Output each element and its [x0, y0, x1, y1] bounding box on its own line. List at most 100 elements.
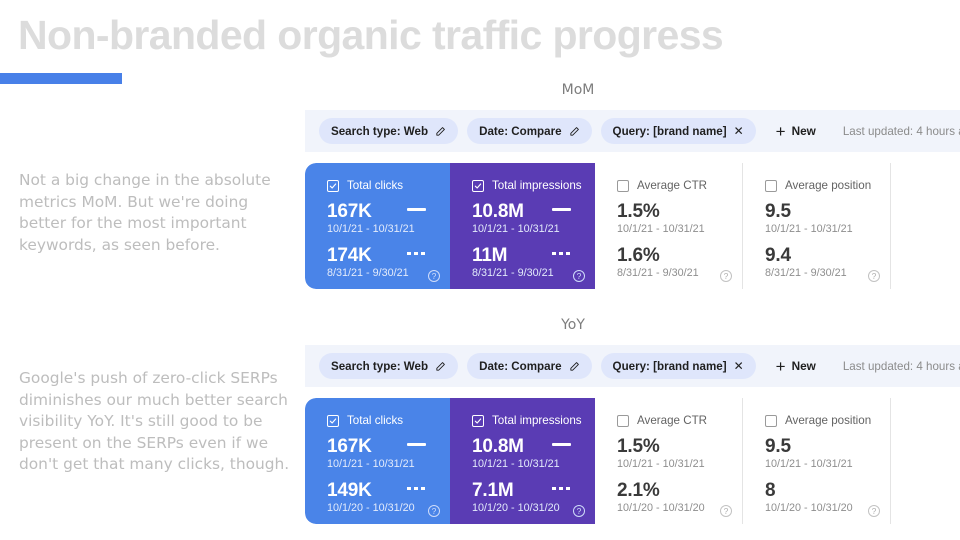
metric-card-title: Average position	[785, 414, 872, 427]
checkbox-unchecked-icon[interactable]	[765, 179, 777, 192]
filter-chip[interactable]: Search type: Web	[319, 353, 459, 379]
metric-current-range: 10/1/21 - 10/31/21	[472, 458, 560, 470]
help-icon[interactable]: ?	[573, 505, 585, 517]
metric-compare-value: 149K	[327, 480, 372, 501]
help-icon[interactable]: ?	[868, 505, 880, 517]
metric-current: 10.8M 10/1/21 - 10/31/21	[472, 201, 581, 237]
filter-bar: Search type: Web Date: Compare Query: [bra…	[305, 345, 960, 387]
checkbox-checked-icon[interactable]	[472, 179, 484, 192]
metric-card-row: Total clicks 167K 10/1/21 - 10/31/21 174K 8/…	[305, 163, 960, 289]
metric-card[interactable]: Average CTR 1.5% 10/1/21 - 10/31/21 2.1% 10/…	[595, 398, 743, 524]
metric-card-header[interactable]: Total impressions	[472, 414, 582, 427]
metric-card-title: Total clicks	[347, 179, 404, 192]
filter-chip-label: Query: [brand name]	[612, 359, 727, 373]
metric-current-value: 167K	[327, 436, 372, 457]
add-filter-button[interactable]: + New	[776, 358, 816, 375]
metric-compare-range: 10/1/20 - 10/31/20	[617, 502, 705, 514]
metric-compare-range: 8/31/21 - 9/30/21	[327, 267, 409, 279]
metric-current-value: 1.5%	[617, 436, 660, 457]
checkbox-checked-icon[interactable]	[327, 179, 339, 192]
metric-card-header[interactable]: Total clicks	[327, 414, 436, 427]
metric-compare: 8 10/1/20 - 10/31/20	[765, 480, 876, 516]
metric-compare-range: 8/31/21 - 9/30/21	[617, 267, 699, 279]
add-filter-button[interactable]: + New	[776, 123, 816, 140]
pencil-icon[interactable]	[569, 126, 580, 137]
metric-card[interactable]: Average position 9.5 10/1/21 - 10/31/21 9.4…	[743, 163, 891, 289]
filter-chip-label: Search type: Web	[331, 359, 429, 373]
metric-card[interactable]: Total impressions 10.8M 10/1/21 - 10/31/21…	[450, 398, 595, 524]
help-icon[interactable]: ?	[428, 270, 440, 282]
last-updated-label: Last updated: 4 hours ago	[842, 124, 960, 138]
metric-current: 1.5% 10/1/21 - 10/31/21	[617, 201, 728, 237]
metric-card-header[interactable]: Total impressions	[472, 179, 582, 192]
metric-current: 1.5% 10/1/21 - 10/31/21	[617, 436, 728, 472]
metric-card-header[interactable]: Average position	[765, 179, 876, 192]
metric-current-range: 10/1/21 - 10/31/21	[617, 458, 705, 470]
metric-compare: 174K 8/31/21 - 9/30/21	[327, 245, 436, 281]
metric-card-header[interactable]: Total clicks	[327, 179, 436, 192]
metric-compare-range: 8/31/21 - 9/30/21	[765, 267, 847, 279]
trend-line-solid-icon	[407, 208, 426, 211]
metric-card-empty	[891, 398, 960, 524]
help-icon[interactable]: ?	[573, 270, 585, 282]
last-updated: Last updated: 4 hours ago?	[843, 125, 960, 138]
pencil-icon[interactable]	[435, 126, 446, 137]
metric-compare-range: 10/1/20 - 10/31/20	[327, 502, 415, 514]
filter-chip[interactable]: Date: Compare	[467, 353, 592, 379]
metric-card-title: Total clicks	[347, 414, 404, 427]
checkbox-checked-icon[interactable]	[472, 414, 484, 427]
metric-compare-value: 1.6%	[617, 245, 660, 266]
close-icon[interactable]: ✕	[734, 360, 744, 372]
last-updated: Last updated: 4 hours ago?	[843, 360, 960, 373]
page-title: Non-branded organic traffic progress	[18, 12, 724, 58]
close-icon[interactable]: ✕	[734, 125, 744, 137]
metric-card-title: Average CTR	[637, 414, 708, 427]
metric-compare-range: 10/1/20 - 10/31/20	[765, 502, 853, 514]
filter-bar: Search type: Web Date: Compare Query: [bra…	[305, 110, 960, 152]
plus-icon: +	[775, 121, 786, 141]
metric-current-range: 10/1/21 - 10/31/21	[765, 458, 853, 470]
metric-current-value: 10.8M	[472, 201, 524, 222]
metric-card-header[interactable]: Average CTR	[617, 179, 728, 192]
metric-card-title: Total impressions	[492, 414, 582, 427]
metric-card-title: Average position	[785, 179, 872, 192]
metric-card[interactable]: Total clicks 167K 10/1/21 - 10/31/21 149K 10…	[305, 398, 450, 524]
help-icon[interactable]: ?	[720, 270, 732, 282]
filter-chip-label: Date: Compare	[479, 124, 562, 138]
metric-current-value: 9.5	[765, 436, 791, 457]
help-icon[interactable]: ?	[720, 505, 732, 517]
checkbox-unchecked-icon[interactable]	[765, 414, 777, 427]
commentary-mom: Not a big change in the absolute metrics…	[19, 171, 271, 254]
checkbox-unchecked-icon[interactable]	[617, 414, 629, 427]
metric-card[interactable]: Average CTR 1.5% 10/1/21 - 10/31/21 1.6% 8/3…	[595, 163, 743, 289]
filter-chip-label: Date: Compare	[479, 359, 562, 373]
metric-card-header[interactable]: Average position	[765, 414, 876, 427]
metric-card[interactable]: Average position 9.5 10/1/21 - 10/31/21 8 10…	[743, 398, 891, 524]
filter-chip[interactable]: Date: Compare	[467, 118, 592, 144]
add-filter-label: New	[791, 124, 816, 138]
metric-current-range: 10/1/21 - 10/31/21	[327, 223, 415, 235]
last-updated-label: Last updated: 4 hours ago	[842, 359, 960, 373]
metric-current: 167K 10/1/21 - 10/31/21	[327, 201, 436, 237]
metric-current-range: 10/1/21 - 10/31/21	[327, 458, 415, 470]
gsc-panel-yoy: Search type: Web Date: Compare Query: [bra…	[305, 345, 960, 524]
filter-chip[interactable]: Search type: Web	[319, 118, 459, 144]
pencil-icon[interactable]	[569, 361, 580, 372]
filter-chip[interactable]: Query: [brand name] ✕	[600, 353, 756, 379]
filter-chip[interactable]: Query: [brand name] ✕	[600, 118, 756, 144]
checkbox-unchecked-icon[interactable]	[617, 179, 629, 192]
metric-current-value: 167K	[327, 201, 372, 222]
help-icon[interactable]: ?	[428, 505, 440, 517]
panel-label-yoy: YoY	[561, 317, 585, 333]
pencil-icon[interactable]	[435, 361, 446, 372]
metric-compare: 2.1% 10/1/20 - 10/31/20	[617, 480, 728, 516]
metric-current-range: 10/1/21 - 10/31/21	[617, 223, 705, 235]
metric-card-row: Total clicks 167K 10/1/21 - 10/31/21 149K 10…	[305, 398, 960, 524]
metric-card-header[interactable]: Average CTR	[617, 414, 728, 427]
metric-compare-value: 174K	[327, 245, 372, 266]
help-icon[interactable]: ?	[868, 270, 880, 282]
metric-current-value: 10.8M	[472, 436, 524, 457]
metric-card[interactable]: Total impressions 10.8M 10/1/21 - 10/31/21…	[450, 163, 595, 289]
metric-card[interactable]: Total clicks 167K 10/1/21 - 10/31/21 174K 8/…	[305, 163, 450, 289]
checkbox-checked-icon[interactable]	[327, 414, 339, 427]
